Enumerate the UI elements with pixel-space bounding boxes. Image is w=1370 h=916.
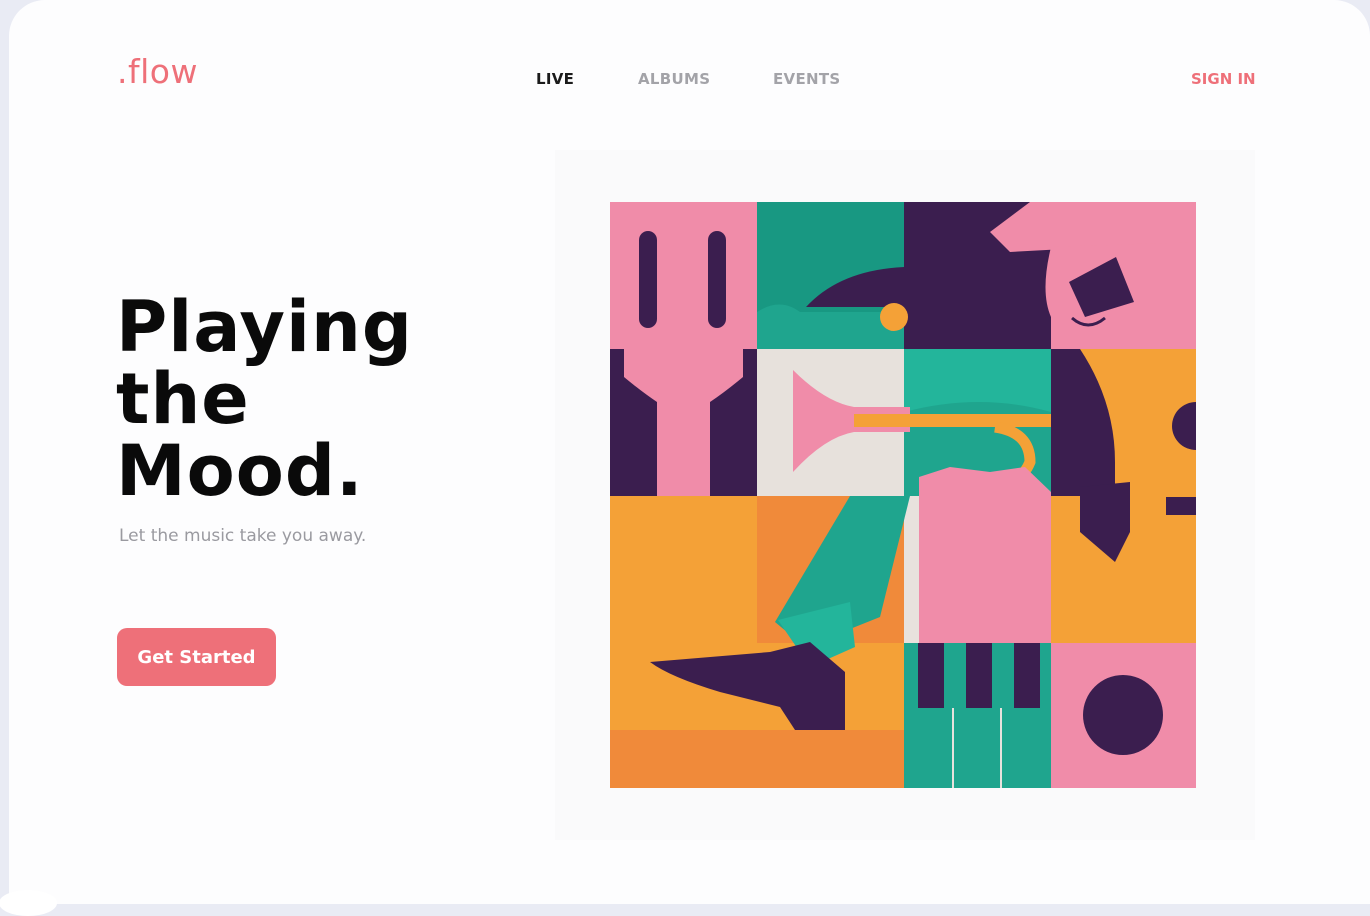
- hero-title-line: the: [116, 358, 250, 440]
- corner-decoration: [0, 890, 57, 916]
- hero-title-line: Playing: [116, 286, 413, 368]
- jazz-musician-mosaic-illustration: [610, 202, 1196, 788]
- nav-item-events[interactable]: EVENTS: [773, 70, 841, 88]
- hero-subtitle: Let the music take you away.: [119, 526, 367, 546]
- brand-logo[interactable]: .flow: [117, 52, 198, 91]
- hero-title-line: Mood.: [116, 430, 364, 512]
- nav-item-live[interactable]: LIVE: [536, 70, 574, 88]
- page: .flow LIVE ALBUMS EVENTS SIGN IN Playing…: [0, 0, 1370, 916]
- nav-item-albums[interactable]: ALBUMS: [638, 70, 710, 88]
- get-started-button[interactable]: Get Started: [117, 628, 276, 686]
- sign-in-link[interactable]: SIGN IN: [1191, 70, 1256, 88]
- hero-title: Playing the Mood.: [116, 291, 413, 507]
